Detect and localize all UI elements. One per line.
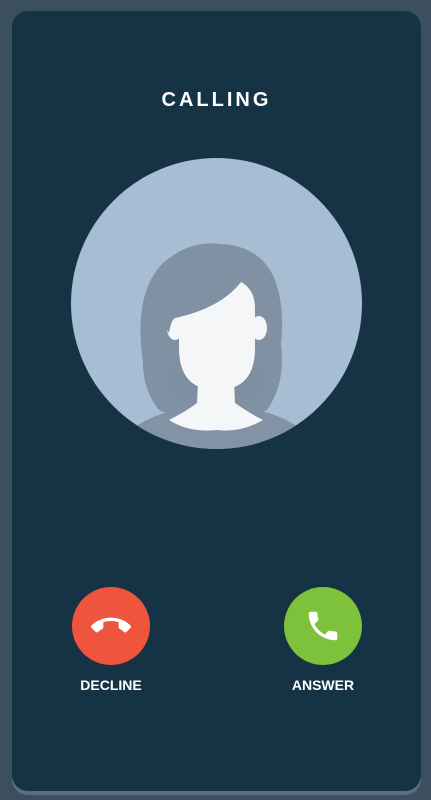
female-avatar-icon	[110, 243, 323, 449]
call-status-title: CALLING	[161, 89, 272, 111]
decline-button[interactable]	[72, 587, 150, 665]
phone-hangup-icon	[91, 617, 131, 633]
phone-icon	[308, 611, 338, 641]
decline-label: DECLINE	[80, 677, 142, 693]
answer-action: ANSWER	[263, 587, 383, 693]
decline-action: DECLINE	[51, 587, 171, 693]
caller-avatar	[71, 158, 362, 449]
call-screen: CALLING DECLINE ANSWER	[12, 11, 421, 791]
answer-label: ANSWER	[291, 677, 355, 693]
answer-button[interactable]	[284, 587, 362, 665]
